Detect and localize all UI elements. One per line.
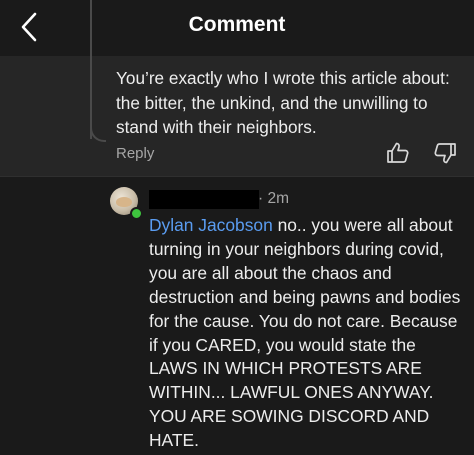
like-button[interactable] [386, 142, 410, 164]
reply-comment-body: no.. you were all about turning in your … [149, 215, 461, 451]
comment-timestamp: · 2m [258, 190, 289, 207]
page-title: Comment [188, 13, 286, 36]
avatar-image [116, 197, 132, 207]
header-bar: Comment [0, 0, 474, 56]
avatar[interactable] [110, 187, 143, 220]
reply-comment-text: Dylan Jacobson no.. you were all about t… [149, 214, 467, 453]
parent-comment: You’re exactly who I wrote this article … [0, 56, 474, 176]
reply-button[interactable]: Reply [116, 145, 154, 162]
thumbs-up-icon [387, 142, 409, 163]
dislike-button[interactable] [433, 142, 457, 164]
online-status-dot [130, 207, 143, 220]
redacted-author-name [149, 190, 259, 209]
parent-comment-text: You’re exactly who I wrote this article … [116, 68, 450, 137]
thread-line [90, 0, 92, 139]
divider [0, 176, 474, 177]
thumbs-down-icon [434, 143, 456, 164]
mention-link[interactable]: Dylan Jacobson [149, 215, 273, 235]
